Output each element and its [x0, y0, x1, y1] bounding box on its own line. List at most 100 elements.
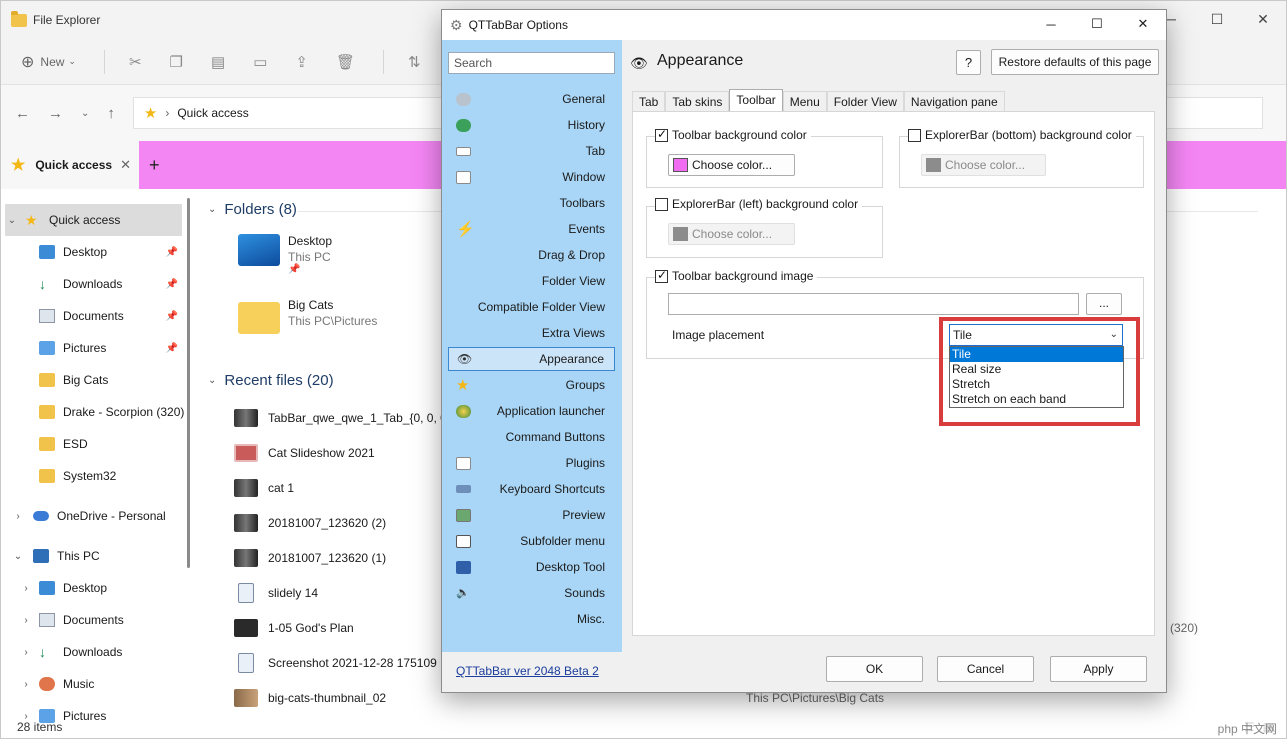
explorerbar-bottom-checkbox[interactable]: ExplorerBar (bottom) background color [908, 128, 1136, 142]
nav-item-desktop[interactable]: Desktop 📌 [1, 236, 198, 268]
folders-section-header[interactable]: ⌄ Folders (8) [208, 201, 297, 218]
paste-icon[interactable]: ▤ [211, 53, 225, 71]
browse-button[interactable]: ... [1086, 293, 1122, 315]
maximize-icon[interactable]: ☐ [1194, 1, 1240, 37]
tab-menu[interactable]: Menu [783, 91, 827, 111]
nav-pc-documents[interactable]: › Documents [1, 604, 198, 636]
new-tab-icon[interactable]: + [149, 155, 160, 176]
image-path-input[interactable] [668, 293, 1079, 315]
nav-pc-music[interactable]: › Music [1, 668, 198, 700]
list-item[interactable]: slidely 14 [234, 575, 318, 610]
list-item[interactable]: Screenshot 2021-12-28 175109 [234, 645, 437, 680]
chevron-right-icon[interactable]: › [19, 615, 33, 626]
list-item[interactable]: 20181007_123620 (1) [234, 540, 386, 575]
search-input[interactable]: Search [448, 52, 615, 74]
close-icon[interactable]: ✕ [1240, 1, 1286, 37]
nav-item-downloads[interactable]: ↓ Downloads 📌 [1, 268, 198, 300]
list-item[interactable]: cat 1 [234, 470, 294, 505]
tab-folder-view[interactable]: Folder View [827, 91, 904, 111]
nav-item-drake[interactable]: Drake - Scorpion (320) [1, 396, 198, 428]
list-item[interactable]: 1-05 God's Plan [234, 610, 354, 645]
category-history[interactable]: History [448, 113, 615, 137]
help-button[interactable]: ? [956, 50, 981, 75]
recent-section-header[interactable]: ⌄ Recent files (20) [208, 372, 334, 389]
forward-icon[interactable]: → [48, 105, 63, 122]
category-appearance[interactable]: 👁Appearance [448, 347, 615, 371]
category-misc[interactable]: Misc. [448, 607, 615, 631]
tab-toolbar[interactable]: Toolbar [729, 89, 782, 111]
list-item[interactable]: 20181007_123620 (2) [234, 505, 386, 540]
tab-tab-skins[interactable]: Tab skins [665, 91, 729, 111]
folder-tile-big-cats[interactable]: Big Cats This PC\Pictures [238, 298, 377, 334]
rename-icon[interactable]: ▭ [253, 53, 267, 71]
category-extra-views[interactable]: Extra Views [448, 321, 615, 345]
recent-locations-icon[interactable]: ⌄ [81, 108, 89, 119]
category-tab[interactable]: Tab [448, 139, 615, 163]
chevron-down-icon[interactable]: ⌄ [5, 215, 19, 226]
tab-navigation-pane[interactable]: Navigation pane [904, 91, 1005, 111]
nav-pc-downloads[interactable]: › ↓ Downloads [1, 636, 198, 668]
category-general[interactable]: General [448, 87, 615, 111]
restore-defaults-button[interactable]: Restore defaults of this page [991, 49, 1159, 75]
category-desktop-tool[interactable]: Desktop Tool [448, 555, 615, 579]
toolbar-bg-color-checkbox[interactable]: Toolbar background color [655, 128, 811, 142]
delete-icon[interactable]: 🗑 [336, 53, 355, 71]
category-command-buttons[interactable]: Command Buttons [448, 425, 615, 449]
category-folder-view[interactable]: Folder View [448, 269, 615, 293]
category-preview[interactable]: Preview [448, 503, 615, 527]
chevron-right-icon[interactable]: › [19, 583, 33, 594]
list-item[interactable]: TabBar_qwe_qwe_1_Tab_{0, 0, 0, 0 [234, 400, 460, 435]
category-groups[interactable]: ★Groups [448, 373, 615, 397]
category-toolbars[interactable]: Toolbars [448, 191, 615, 215]
list-item[interactable]: Cat Slideshow 2021 [234, 435, 375, 470]
nav-item-system32[interactable]: System32 [1, 460, 198, 492]
category-plugins[interactable]: Plugins [448, 451, 615, 475]
tab-quick-access[interactable]: ★ Quick access ✕ [1, 141, 139, 189]
category-window[interactable]: Window [448, 165, 615, 189]
close-icon[interactable]: ✕ [1120, 10, 1166, 38]
category-sounds[interactable]: 🔈Sounds [448, 581, 615, 605]
share-icon[interactable]: ⇪ [295, 53, 308, 71]
category-subfolder-menu[interactable]: Subfolder menu [448, 529, 615, 553]
list-item[interactable]: big-cats-thumbnail_02 [234, 680, 386, 715]
new-button[interactable]: ⊕New⌄ [21, 52, 76, 72]
category-events[interactable]: ⚡Events [448, 217, 615, 241]
chevron-right-icon[interactable]: › [19, 647, 33, 658]
copy-icon[interactable]: ❐ [170, 53, 183, 71]
choose-bottom-color-button[interactable]: Choose color... [921, 154, 1046, 176]
maximize-icon[interactable]: ☐ [1074, 10, 1120, 38]
back-icon[interactable]: ← [15, 105, 30, 122]
chevron-down-icon[interactable]: ⌄ [11, 551, 25, 562]
cut-icon[interactable]: ✂ [129, 53, 142, 71]
nav-onedrive[interactable]: › OneDrive - Personal [1, 500, 198, 532]
folder-tile-desktop[interactable]: Desktop This PC 📌 [238, 234, 332, 275]
minimize-icon[interactable]: ─ [1028, 10, 1074, 38]
category-compatible-folder-view[interactable]: Compatible Folder View [448, 295, 615, 319]
tab-tab[interactable]: Tab [632, 91, 665, 111]
close-tab-icon[interactable]: ✕ [120, 157, 131, 173]
up-icon[interactable]: ↑ [107, 105, 115, 122]
toolbar-bg-image-checkbox[interactable]: Toolbar background image [655, 269, 817, 283]
chevron-right-icon[interactable]: › [19, 679, 33, 690]
nav-item-pictures[interactable]: Pictures 📌 [1, 332, 198, 364]
nav-scrollbar[interactable] [187, 198, 190, 568]
nav-label: Music [63, 677, 94, 691]
ok-button[interactable]: OK [826, 656, 923, 682]
category-keyboard-shortcuts[interactable]: Keyboard Shortcuts [448, 477, 615, 501]
sort-icon[interactable]: ⇅ [408, 53, 421, 71]
choose-toolbar-color-button[interactable]: Choose color... [668, 154, 795, 176]
chevron-right-icon[interactable]: › [11, 511, 25, 522]
choose-left-color-button[interactable]: Choose color... [668, 223, 795, 245]
version-link[interactable]: QTTabBar ver 2048 Beta 2 [456, 664, 599, 678]
nav-item-documents[interactable]: Documents 📌 [1, 300, 198, 332]
nav-this-pc[interactable]: ⌄ This PC [1, 540, 198, 572]
nav-quick-access[interactable]: ⌄ ★ Quick access [5, 204, 182, 236]
nav-item-esd[interactable]: ESD [1, 428, 198, 460]
category-application-launcher[interactable]: Application launcher [448, 399, 615, 423]
category-drag-drop[interactable]: Drag & Drop [448, 243, 615, 267]
nav-pc-desktop[interactable]: › Desktop [1, 572, 198, 604]
apply-button[interactable]: Apply [1050, 656, 1147, 682]
cancel-button[interactable]: Cancel [937, 656, 1034, 682]
nav-item-big-cats[interactable]: Big Cats [1, 364, 198, 396]
explorerbar-left-checkbox[interactable]: ExplorerBar (left) background color [655, 197, 862, 211]
